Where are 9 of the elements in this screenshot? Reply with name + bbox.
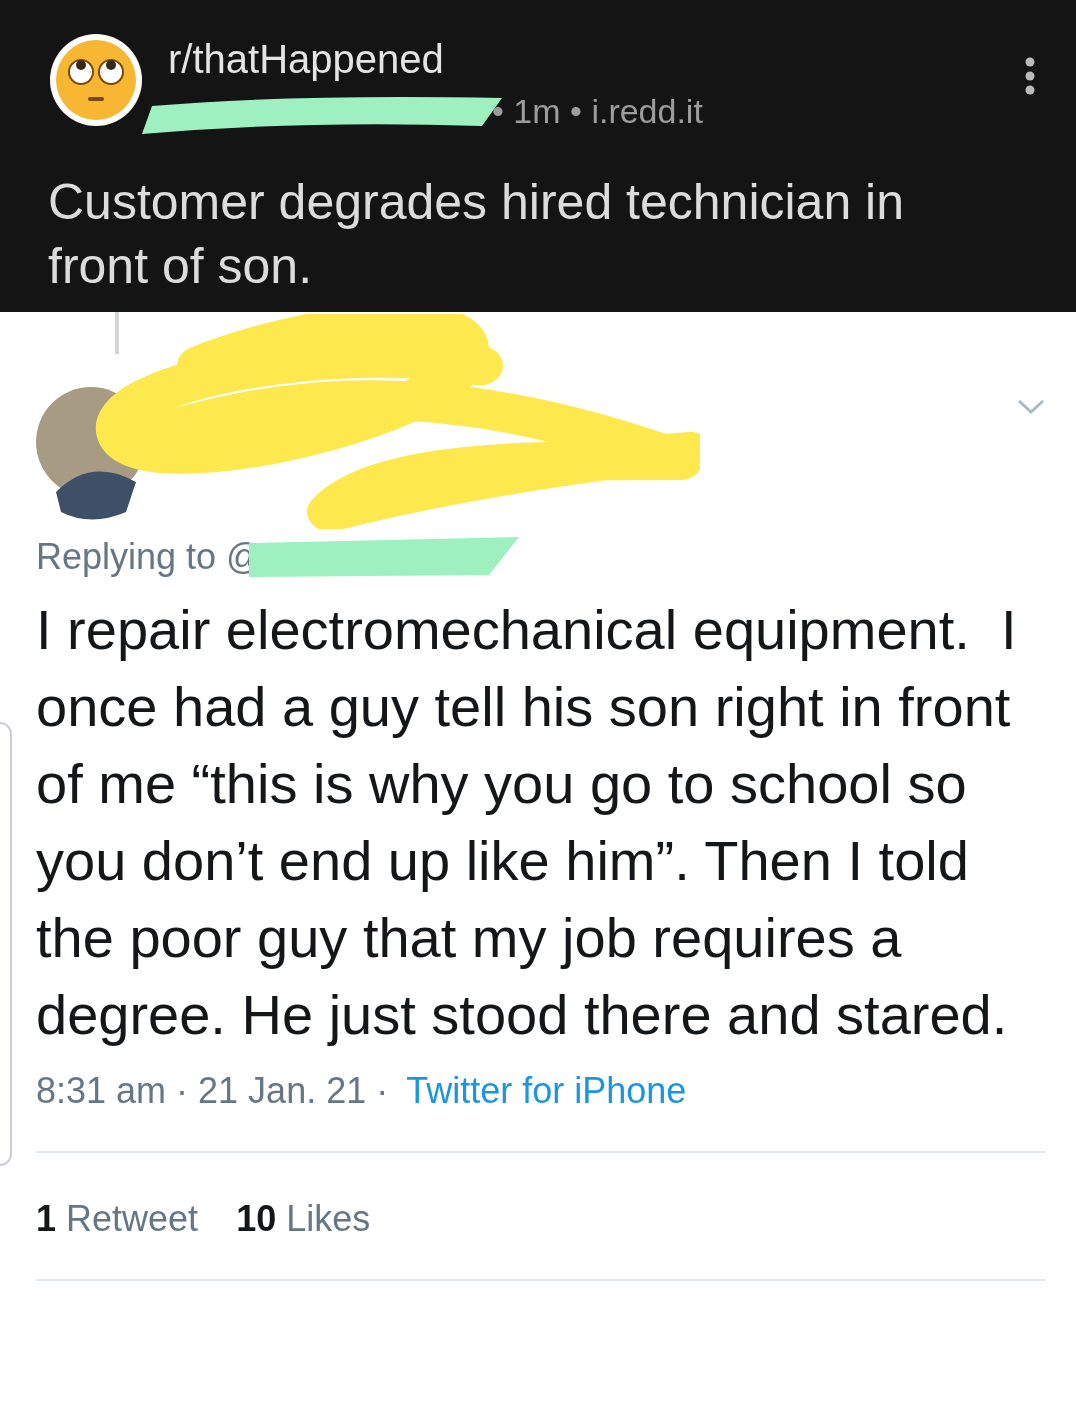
tweet-timestamp: 8:31 am · 21 Jan. 21 ·: [36, 1070, 389, 1111]
post-title: Customer degrades hired technician in front of son.: [48, 173, 906, 296]
post-meta: • 1m • i.redd.it: [492, 91, 703, 131]
like-count[interactable]: 10 Likes: [236, 1189, 371, 1249]
eye-roll-emoji-icon[interactable]: [48, 32, 144, 128]
subreddit-name[interactable]: r/thatHappened: [168, 32, 444, 86]
more-options-icon[interactable]: [1024, 56, 1036, 96]
retweet-count[interactable]: 1 Retweet: [36, 1189, 199, 1249]
tweet-text: I repair electromechanical equipment. I once had a guy tell his son right in front of me “this is why you go to school so you don’t end up like him”. Then I told the poor guy that my job requires a degree. He just stood there and stared.: [36, 597, 1018, 1048]
